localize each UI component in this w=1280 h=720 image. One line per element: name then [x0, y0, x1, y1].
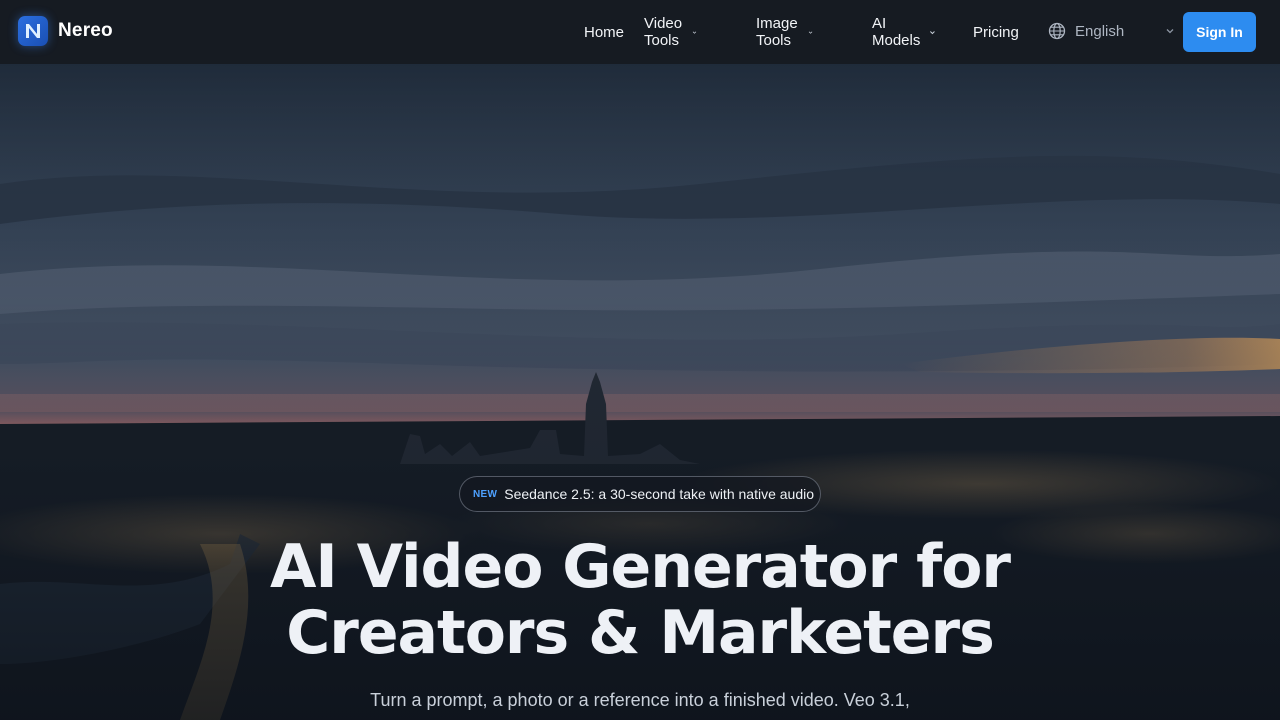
nav-item-label: Video Tools [644, 15, 683, 49]
headline-line-2: Creators & Marketers [286, 598, 995, 668]
hero-headline: AI Video Generator for Creators & Market… [0, 534, 1280, 666]
nav-item-ai-models[interactable]: AI Models [872, 15, 935, 49]
n-logo-icon [18, 16, 48, 46]
headline-line-1: AI Video Generator for [269, 532, 1011, 602]
nav-item-label: Home [584, 23, 625, 41]
chevron-down-icon [808, 30, 812, 34]
language-value: English [1075, 22, 1125, 40]
language-selector[interactable]: English [1048, 22, 1175, 40]
nav-item-label: Pricing [973, 23, 1019, 41]
brand-name: Nereo [58, 20, 113, 41]
nav-item-label: Image Tools [756, 15, 798, 49]
announcement-badge[interactable]: NEW Seedance 2.5: a 30-second take with … [459, 476, 821, 512]
chevron-down-icon [1166, 29, 1174, 34]
chevron-down-icon [692, 31, 697, 34]
new-tag: NEW [473, 488, 498, 500]
announcement-text: Seedance 2.5: a 30-second take with nati… [504, 486, 815, 502]
nav-item-video-tools[interactable]: Video Tools [644, 15, 697, 49]
top-navbar: Nereo Home Video Tools Image Tools AI Mo… [0, 0, 1280, 64]
hero-section: NEW Seedance 2.5: a 30-second take with … [0, 64, 1280, 720]
sign-in-button[interactable]: Sign In [1183, 12, 1256, 52]
brand[interactable]: Nereo [18, 16, 113, 46]
hero-subtitle: Turn a prompt, a photo or a reference in… [370, 690, 910, 710]
nav-item-image-tools[interactable]: Image Tools [756, 15, 813, 49]
globe-icon [1048, 22, 1066, 40]
nav-item-home[interactable]: Home [584, 24, 624, 41]
nav-item-label: AI Models [872, 15, 921, 49]
nav-item-pricing[interactable]: Pricing [973, 24, 1019, 41]
chevron-down-icon [929, 30, 935, 34]
